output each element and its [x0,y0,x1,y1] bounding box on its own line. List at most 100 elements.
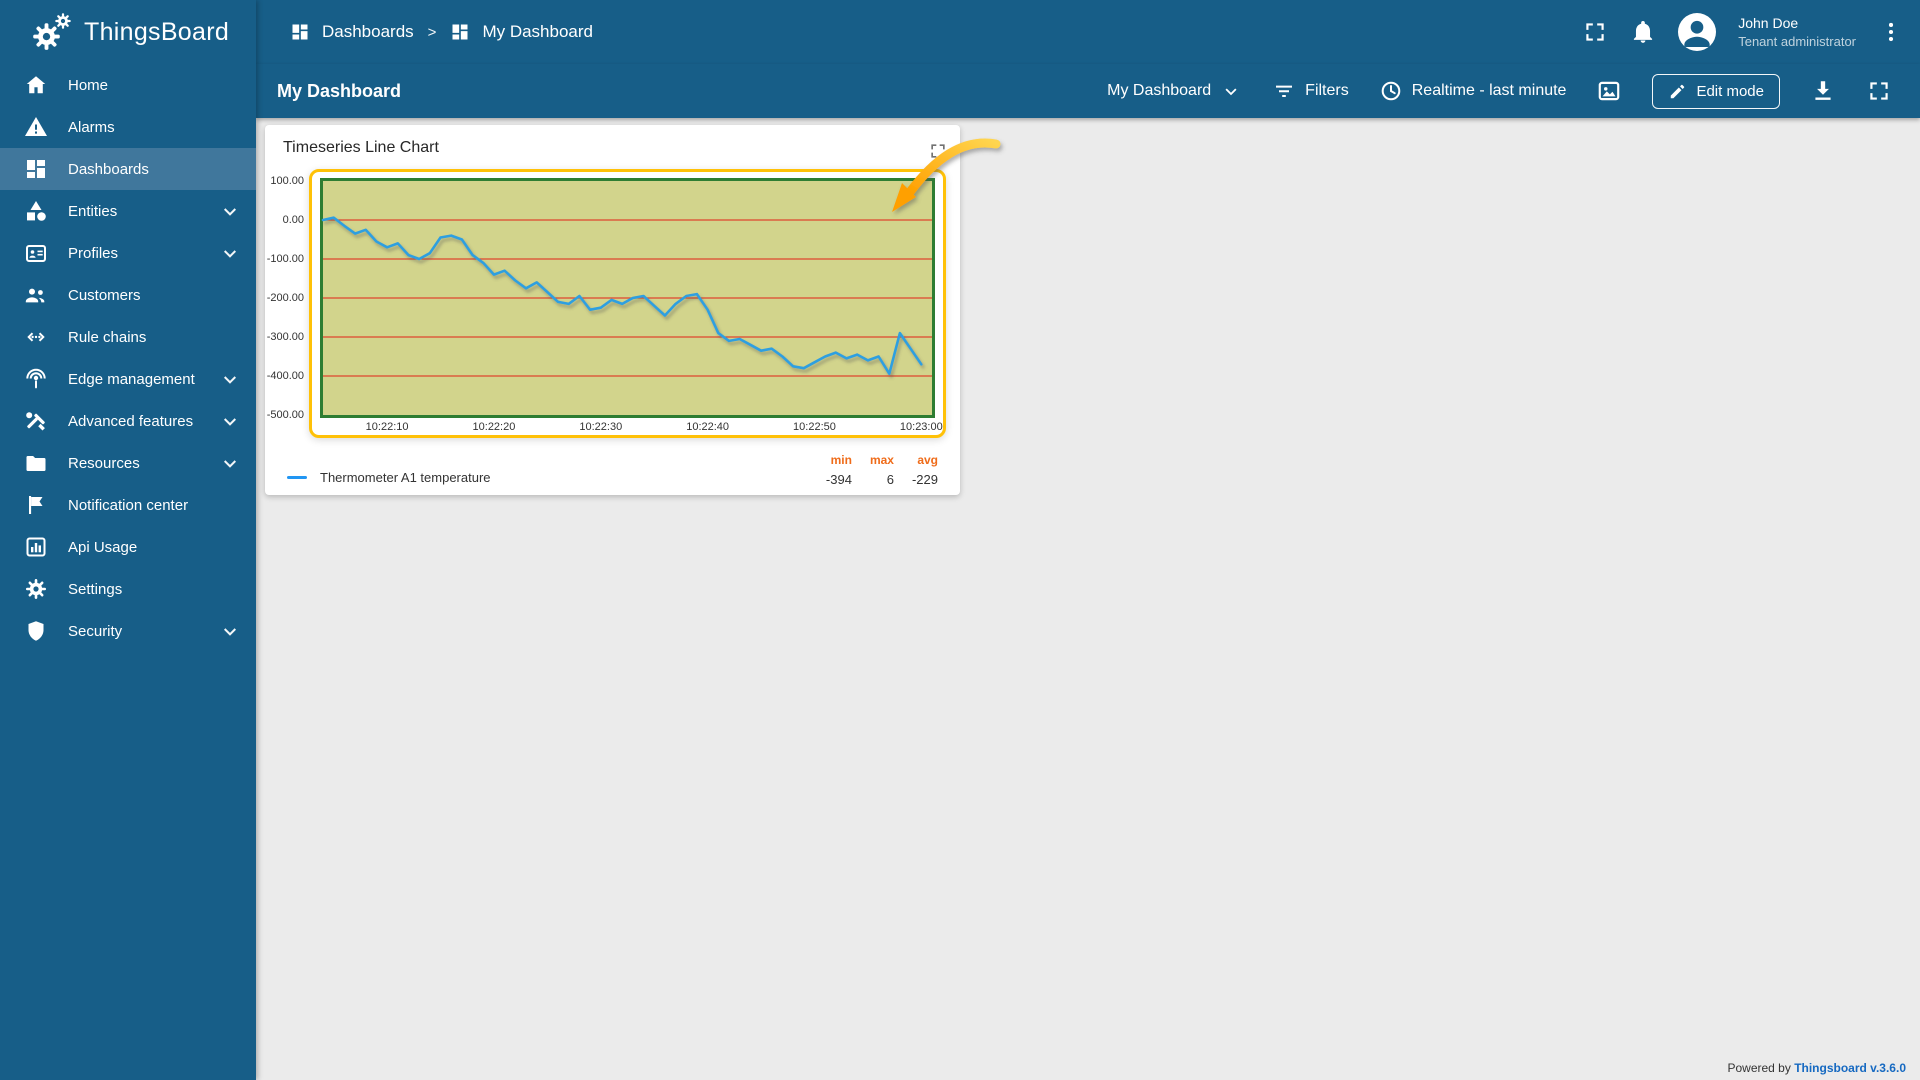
thingsboard-logo[interactable]: ThingsBoard [0,0,256,64]
warning-icon [24,115,48,139]
stat-min-header: min [830,453,852,467]
dashboard-select-value: My Dashboard [1107,82,1212,99]
x-axis-tick: 10:22:20 [472,421,516,433]
widget-expand-icon[interactable] [928,141,948,161]
timewindow-label: Realtime - last minute [1411,82,1567,99]
legend-series-label: Thermometer A1 temperature [320,470,491,485]
chevron-down-icon [218,367,242,391]
fullscreen-icon[interactable] [1866,78,1892,104]
sidebar-item-customers[interactable]: Customers [0,274,256,316]
avatar[interactable] [1678,13,1717,51]
dashboard-title: My Dashboard [277,80,402,101]
user-role: Tenant administrator [1738,33,1856,49]
breadcrumb: Dashboards > My Dashboard [290,22,593,42]
dashboards-icon [290,22,310,42]
footer-powered-by: Powered by [1727,1061,1791,1075]
pencil-icon [1668,82,1687,101]
sidebar-item-rule-chains[interactable]: Rule chains [0,316,256,358]
top-header: Dashboards > My Dashboard John Doe Tenan… [256,0,1920,64]
sidebar-item-label: Alarms [68,118,115,136]
sidebar-item-label: Entities [68,202,118,220]
dashboards-icon [24,157,48,181]
badge-icon [24,241,48,265]
folder-icon [24,451,48,475]
chart-highlight-box [309,169,946,438]
stat-avg-header: avg [917,453,938,467]
sidebar-item-profiles[interactable]: Profiles [0,232,256,274]
sidebar-item-label: Security [68,622,123,640]
brand-name: ThingsBoard [84,17,230,46]
sidebar-item-dashboards[interactable]: Dashboards [0,148,256,190]
chevron-down-icon [218,451,242,475]
clock-icon [1379,79,1403,103]
sidebar-item-security[interactable]: Security [0,610,256,652]
sidebar-item-edge-management[interactable]: Edge management [0,358,256,400]
breadcrumb-current[interactable]: My Dashboard [482,22,593,42]
legend-stats: min max avg -394 6 -229 [826,453,938,487]
sidebar-item-label: Resources [68,454,140,472]
y-axis-labels: 100.00 0.00 -100.00 -200.00 -300.00 -400.00 -5… [266,169,309,439]
sidebar-item-notification-center[interactable]: Notification center [0,484,256,526]
notifications-bell-icon[interactable] [1630,19,1656,45]
legend-series-item[interactable]: Thermometer A1 temperature [287,470,491,487]
sidebar-item-api-usage[interactable]: Api Usage [0,526,256,568]
sidebar-item-settings[interactable]: Settings [0,568,256,610]
filter-icon [1272,79,1296,103]
sidebar-item-label: Notification center [68,496,189,514]
sidebar-item-label: Settings [68,580,123,598]
edit-mode-label: Edit mode [1696,82,1764,100]
chart-plot-area[interactable] [320,178,935,418]
footer-version-link[interactable]: Thingsboard v.3.6.0 [1794,1061,1906,1075]
download-icon[interactable] [1810,78,1836,104]
y-axis-tick: -200.00 [266,292,304,304]
category-icon [24,199,48,223]
sidebar-item-label: Api Usage [68,538,138,556]
chevron-down-icon [218,619,242,643]
sidebar-item-alarms[interactable]: Alarms [0,106,256,148]
widget-header: Timeseries Line Chart [265,125,960,163]
sidebar-item-resources[interactable]: Resources [0,442,256,484]
fullscreen-icon[interactable] [1582,19,1608,45]
rule-chain-icon [24,325,48,349]
y-axis-tick: 0.00 [282,214,304,226]
user-info[interactable]: John Doe Tenant administrator [1738,14,1856,50]
stat-max-value: 6 [886,472,894,487]
tools-icon [24,409,48,433]
filters-button[interactable]: Filters [1272,79,1349,103]
y-axis-tick: 100.00 [270,175,304,187]
chart-icon [24,535,48,559]
dashboard-toolbar: My Dashboard My Dashboard Filters Realti… [256,64,1920,118]
sidebar-item-advanced-features[interactable]: Advanced features [0,400,256,442]
timewindow-button[interactable]: Realtime - last minute [1379,79,1567,103]
dashboards-icon [450,22,470,42]
kebab-menu-icon[interactable] [1878,19,1904,45]
footer: Powered by Thingsboard v.3.6.0 [1727,1061,1906,1075]
main-area: Dashboards > My Dashboard John Doe Tenan… [256,0,1920,1080]
sidebar: ThingsBoard Home Alarms Dashboards Entities… [0,0,256,1080]
sidebar-item-label: Profiles [68,244,119,262]
legend-row: Thermometer A1 temperature min max avg -… [265,453,960,487]
breadcrumb-dashboards[interactable]: Dashboards [322,22,414,42]
x-axis-tick: 10:22:10 [365,421,409,433]
sidebar-item-home[interactable]: Home [0,64,256,106]
flag-icon [24,493,48,517]
edge-icon [24,367,48,391]
dashboard-select[interactable]: My Dashboard [1107,80,1242,102]
edit-mode-button[interactable]: Edit mode [1652,73,1780,109]
x-axis-tick: 10:22:30 [579,421,623,433]
y-axis-tick: -300.00 [266,331,304,343]
user-name: John Doe [1738,14,1799,31]
people-icon [24,283,48,307]
thingsboard-gears-icon [30,10,74,54]
sidebar-item-label: Home [68,76,109,94]
y-axis-tick: -100.00 [266,253,304,265]
sidebar-item-label: Rule chains [68,328,147,346]
sidebar-item-label: Customers [68,286,141,304]
stat-max-header: max [869,453,894,467]
timeseries-widget: Timeseries Line Chart 100.00 0.00 -100.00 -… [265,125,960,495]
image-gallery-icon[interactable] [1596,78,1622,104]
home-icon [24,73,48,97]
sidebar-item-entities[interactable]: Entities [0,190,256,232]
sidebar-item-label: Edge management [68,370,195,388]
y-axis-tick: -500.00 [266,409,304,421]
